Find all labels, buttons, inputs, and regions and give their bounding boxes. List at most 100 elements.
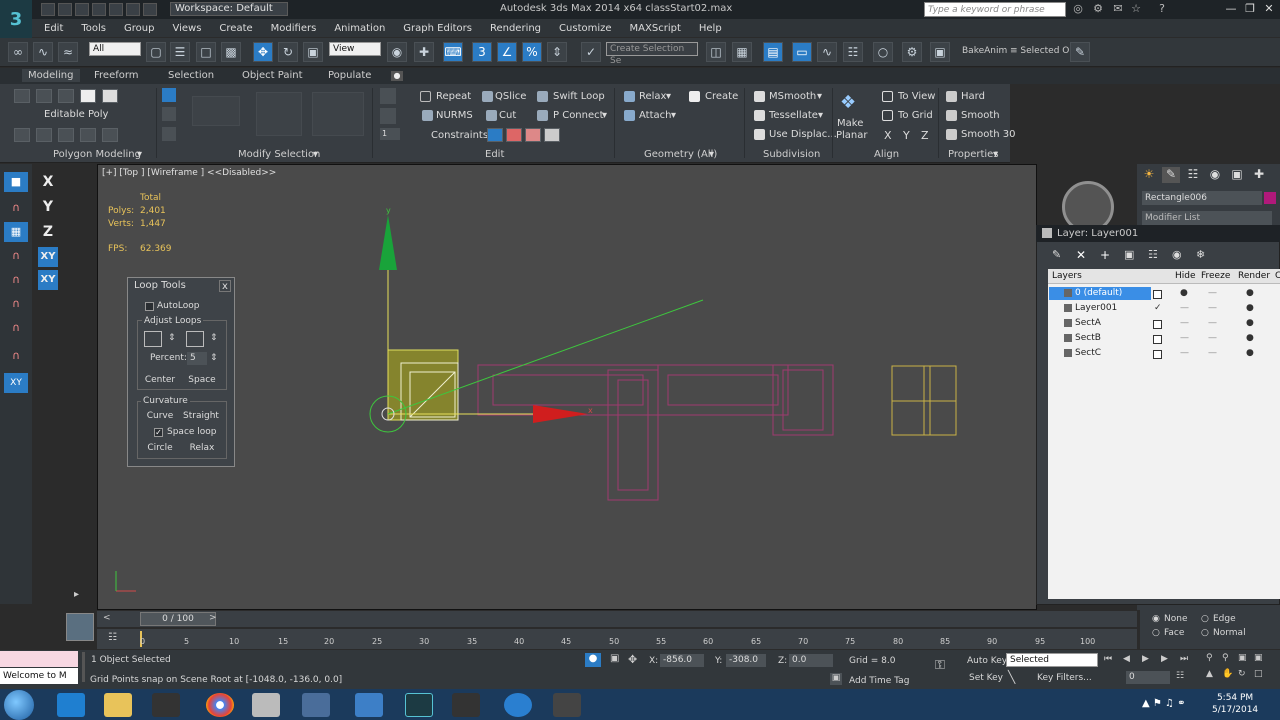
menu-tools[interactable]: Tools bbox=[81, 23, 106, 34]
viewport-label[interactable]: [+] [Top ] [Wireframe ] <<Disabled>> bbox=[102, 168, 276, 178]
percent-spinner-icon[interactable]: ⇕ bbox=[210, 353, 218, 363]
display-panel-icon[interactable]: ▣ bbox=[1228, 167, 1246, 183]
window-switcher-icon[interactable] bbox=[302, 693, 330, 717]
pan-icon[interactable]: ✋ bbox=[1222, 669, 1234, 681]
spinner-snap-icon[interactable]: ⇕ bbox=[547, 42, 567, 62]
key-mode-dropdown[interactable]: Selected bbox=[1006, 653, 1098, 667]
maximize-viewport-icon[interactable]: □ bbox=[1254, 669, 1266, 681]
search-input[interactable]: Type a keyword or phrase bbox=[924, 2, 1066, 17]
add-time-tag-button[interactable]: Add Time Tag bbox=[849, 676, 909, 686]
app-logo-icon[interactable]: 3 bbox=[0, 0, 32, 38]
time-slider-thumb[interactable]: 0 / 100 bbox=[140, 612, 216, 626]
column-color[interactable]: C bbox=[1275, 271, 1280, 281]
curve-button[interactable]: Curve bbox=[141, 409, 179, 423]
preserve-uvs-icon[interactable] bbox=[14, 128, 30, 142]
communication-icon[interactable]: ✉ bbox=[1112, 3, 1124, 15]
render-toggle-icon[interactable]: ● bbox=[1246, 288, 1254, 298]
polygon-modeling-arrow-icon[interactable]: ▾ bbox=[137, 149, 142, 160]
constraint-edge-icon[interactable] bbox=[506, 128, 522, 142]
subdivision-footer[interactable]: Subdivision bbox=[763, 149, 820, 160]
menu-group[interactable]: Group bbox=[124, 23, 154, 34]
layer-row-layer001[interactable]: Layer001 bbox=[1075, 303, 1117, 313]
show-end-result-icon[interactable] bbox=[58, 128, 74, 142]
zoom-icon[interactable]: ⚲ bbox=[1206, 653, 1218, 665]
link-icon[interactable]: ∞ bbox=[8, 42, 28, 62]
repeat-button[interactable]: Repeat bbox=[436, 91, 471, 102]
column-hide[interactable]: Hide bbox=[1175, 271, 1196, 281]
go-to-end-icon[interactable]: ⏭ bbox=[1180, 654, 1194, 666]
key-icon[interactable]: ⚿ bbox=[935, 658, 955, 673]
polygon-icon[interactable] bbox=[80, 89, 96, 103]
select-manipulate-icon[interactable]: ✚ bbox=[414, 42, 434, 62]
mirror-icon[interactable]: ◫ bbox=[706, 42, 726, 62]
selected-rectangle[interactable] bbox=[387, 349, 459, 421]
hide-toggle[interactable]: — bbox=[1180, 303, 1189, 313]
previous-key-icon[interactable]: ◀ bbox=[1123, 654, 1137, 666]
smooth30-button[interactable]: Smooth 30 bbox=[961, 129, 1016, 140]
shrink-icon[interactable] bbox=[162, 127, 176, 141]
menu-maxscript[interactable]: MAXScript bbox=[630, 23, 681, 34]
column-render[interactable]: Render bbox=[1238, 271, 1270, 281]
modify-selection-footer[interactable]: Modify Selection bbox=[238, 149, 320, 160]
maxscript-listener-top[interactable] bbox=[0, 651, 78, 667]
snap-grid-icon[interactable]: ▦ bbox=[4, 222, 28, 242]
render-toggle-icon[interactable]: ● bbox=[1246, 318, 1254, 328]
favorites-icon[interactable]: ☆ bbox=[1130, 3, 1142, 15]
hide-toggle[interactable]: — bbox=[1180, 348, 1189, 358]
layer-row-sectc[interactable]: SectC bbox=[1075, 348, 1101, 358]
edit-footer[interactable]: Edit bbox=[485, 149, 504, 160]
border-icon[interactable] bbox=[58, 89, 74, 103]
space-button[interactable]: Space bbox=[183, 373, 221, 387]
delete-layer-icon[interactable]: ✕ bbox=[1076, 248, 1092, 262]
fetch-icon[interactable] bbox=[143, 3, 157, 16]
axis-x-button[interactable]: X bbox=[38, 172, 58, 192]
bake-anim-label[interactable]: BakeAnim bbox=[962, 46, 1007, 56]
new-file-icon[interactable] bbox=[41, 3, 55, 16]
create-button[interactable]: Create bbox=[705, 91, 738, 102]
select-in-layer-icon[interactable]: ▣ bbox=[1124, 248, 1140, 262]
object-color-swatch[interactable] bbox=[1264, 192, 1276, 204]
play-icon[interactable]: ▶ bbox=[1142, 654, 1156, 666]
axis-xy-button[interactable]: XY bbox=[38, 247, 58, 267]
render-toggle-icon[interactable]: ● bbox=[1246, 333, 1254, 343]
relax-arrow-icon[interactable]: ▾ bbox=[666, 91, 671, 102]
make-planar-button-line1[interactable]: Make bbox=[837, 118, 863, 129]
hide-toggle[interactable]: — bbox=[1180, 318, 1189, 328]
angle-snap-icon[interactable]: ∠ bbox=[497, 42, 517, 62]
percent-input[interactable]: 5 bbox=[187, 352, 207, 365]
select-object-icon[interactable]: ▢ bbox=[146, 42, 166, 62]
current-layer-checkbox[interactable] bbox=[1153, 290, 1162, 299]
tessellate-button[interactable]: Tessellate bbox=[769, 110, 818, 121]
object-name-field[interactable]: Rectangle006 bbox=[1142, 191, 1262, 205]
constraint-none-icon[interactable] bbox=[487, 128, 503, 142]
align-icon[interactable]: ▦ bbox=[732, 42, 752, 62]
current-layer-checkbox[interactable] bbox=[1153, 320, 1162, 329]
quickslice-options-icon[interactable] bbox=[380, 88, 396, 104]
current-layer-checkbox[interactable] bbox=[1153, 350, 1162, 359]
bind-space-warp-icon[interactable]: ≈ bbox=[58, 42, 78, 62]
internet-explorer-icon[interactable] bbox=[57, 693, 85, 717]
menu-animation[interactable]: Animation bbox=[334, 23, 385, 34]
menu-customize[interactable]: Customize bbox=[559, 23, 612, 34]
window-crossing-icon[interactable]: ▩ bbox=[221, 42, 241, 62]
material-editor-icon[interactable]: ○ bbox=[873, 42, 893, 62]
element-icon[interactable] bbox=[102, 89, 118, 103]
isolate-selection-icon[interactable]: ▣ bbox=[610, 653, 624, 667]
go-to-start-icon[interactable]: ⏮ bbox=[1104, 654, 1118, 666]
workspace-dropdown[interactable]: Workspace: Default bbox=[170, 2, 288, 16]
msmooth-button[interactable]: MSmooth bbox=[769, 91, 816, 102]
axis-y-button[interactable]: Y bbox=[38, 197, 58, 217]
use-displace-button[interactable]: Use Displac... bbox=[769, 129, 837, 140]
named-selection-dropdown[interactable]: Create Selection Se bbox=[606, 42, 698, 66]
freeze-toggle[interactable]: — bbox=[1208, 288, 1217, 298]
open-file-icon[interactable] bbox=[58, 3, 72, 16]
space-loop-checkbox[interactable]: ✓ bbox=[154, 428, 163, 437]
select-and-scale-icon[interactable]: ▣ bbox=[303, 42, 323, 62]
create-panel-icon[interactable]: ☀ bbox=[1140, 167, 1158, 183]
render-toggle-icon[interactable]: ● bbox=[1246, 348, 1254, 358]
geometry-footer[interactable]: Geometry (All) bbox=[644, 149, 717, 160]
attach-arrow-icon[interactable]: ▾ bbox=[671, 110, 676, 121]
tab-modeling[interactable]: Modeling bbox=[22, 69, 80, 82]
y-coord-field[interactable]: -308.0 bbox=[726, 654, 766, 667]
tab-object-paint[interactable]: Object Paint bbox=[242, 70, 303, 81]
